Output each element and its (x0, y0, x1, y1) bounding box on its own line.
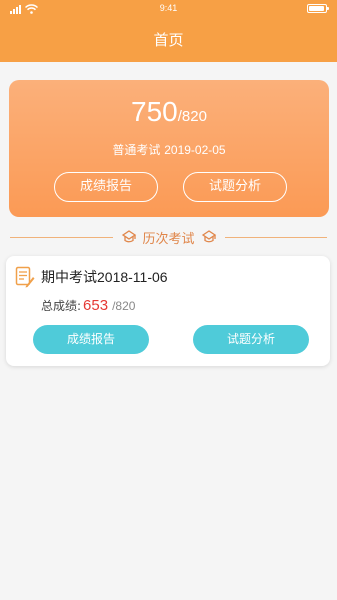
diploma-icon (201, 229, 217, 245)
status-bar: 9:41 (0, 0, 337, 18)
latest-exam-date: 2019-02-05 (164, 143, 226, 157)
page-title: 首页 (153, 31, 184, 49)
diploma-icon (121, 229, 137, 245)
latest-report-button[interactable]: 成绩报告 (54, 172, 158, 202)
latest-exam-card: 750/820 普通考试 2019-02-05 成绩报告 试题分析 (9, 80, 329, 217)
divider-right (224, 236, 328, 238)
latest-exam-name: 普通考试 (112, 143, 161, 157)
latest-analysis-button[interactable]: 试题分析 (183, 172, 287, 202)
history-score-value: 653 (83, 297, 109, 314)
history-exam-date: 2018-11-06 (97, 269, 168, 285)
history-score: 总成绩: 653 /820 (41, 297, 135, 314)
nav-bar: 首页 (0, 18, 337, 62)
document-icon (15, 266, 35, 292)
status-time: 9:41 (159, 3, 178, 13)
history-analysis-button[interactable]: 试题分析 (193, 325, 309, 354)
history-report-button[interactable]: 成绩报告 (33, 325, 149, 354)
history-item: 期中考试2018-11-06 总成绩: 653 /820 成绩报告 试题分析 (6, 256, 330, 366)
history-section-center: 历次考试 (113, 228, 225, 247)
history-section-title: 历次考试 (142, 231, 195, 247)
latest-score: 750/820 (9, 96, 329, 128)
history-score-total: /820 (112, 299, 136, 313)
history-exam-name: 期中考试 (41, 270, 97, 286)
latest-exam-info: 普通考试 2019-02-05 (9, 141, 329, 158)
latest-score-value: 750 (131, 96, 178, 127)
history-score-label: 总成绩: (41, 299, 82, 313)
history-section-header: 历次考试 (10, 226, 328, 248)
latest-score-total: /820 (177, 108, 207, 125)
divider-left (10, 236, 113, 238)
battery-icon (307, 4, 329, 13)
history-item-title: 期中考试2018-11-06 (41, 267, 168, 287)
